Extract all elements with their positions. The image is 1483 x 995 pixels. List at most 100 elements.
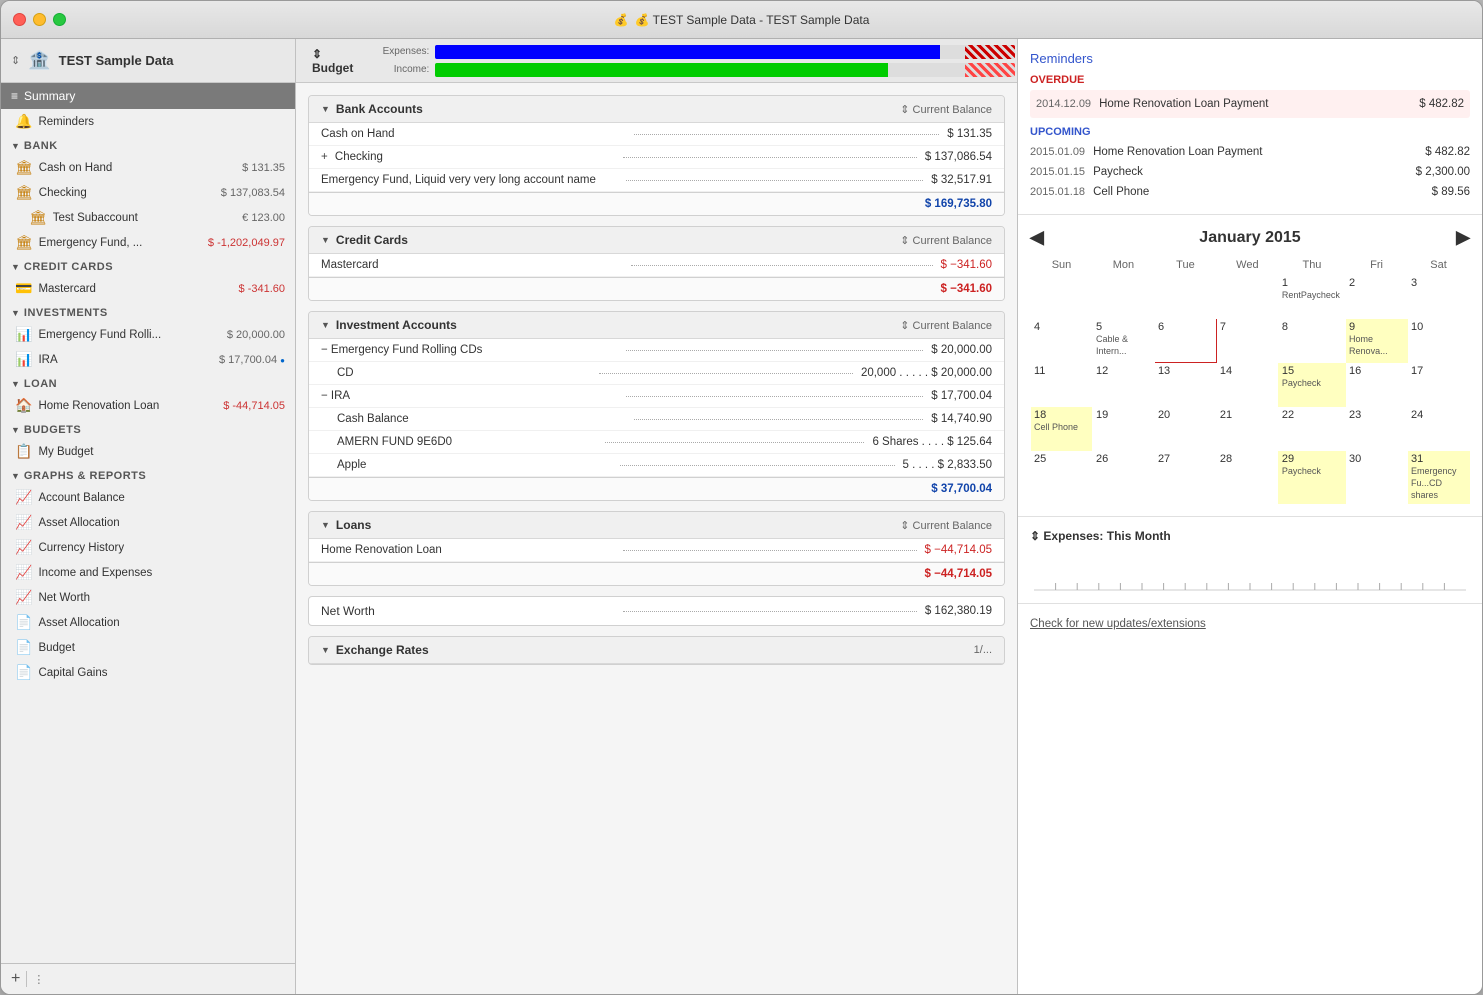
calendar-header: ◀ January 2015 ▶ (1030, 227, 1470, 248)
cal-day[interactable]: 13 (1154, 363, 1216, 407)
cal-day[interactable]: 5Cable & Intern... (1092, 319, 1154, 363)
cal-day[interactable]: 2 (1346, 275, 1408, 319)
chart-icon: 📈 (15, 564, 32, 581)
cal-day[interactable]: 19 (1092, 407, 1154, 451)
sidebar-item-reminders[interactable]: 🔔 Reminders (1, 109, 295, 134)
cal-day[interactable]: 10 (1408, 319, 1470, 363)
cal-day[interactable] (1154, 275, 1216, 319)
sidebar-item-summary[interactable]: ≡ Summary (1, 83, 295, 109)
cal-day[interactable]: 20 (1154, 407, 1216, 451)
cal-day[interactable]: 29Paycheck (1278, 451, 1345, 504)
expenses-this-month-title: ⇕ Expenses: This Month (1030, 529, 1470, 543)
cal-week-row: 4 5Cable & Intern... 6 7 8 9Home Renova.… (1031, 319, 1470, 363)
income-label: Income: (369, 64, 429, 75)
close-button[interactable] (13, 13, 26, 26)
cal-day[interactable]: 30 (1346, 451, 1408, 504)
table-row: CD 20,000 . . . . . $ 20,000.00 (309, 362, 1004, 385)
triangle-icon: ▼ (11, 379, 20, 389)
loans-title: ▼ Loans (321, 518, 371, 532)
cal-day[interactable] (1031, 275, 1093, 319)
calendar-next-button[interactable]: ▶ (1456, 227, 1470, 248)
minimize-button[interactable] (33, 13, 46, 26)
sidebar-item-my-budget[interactable]: 📋 My Budget (1, 439, 295, 464)
sidebar-item-currency-history[interactable]: 📈 Currency History (1, 535, 295, 560)
loans-header: ▼ Loans ⇕ Current Balance (309, 512, 1004, 539)
window-title: 💰 💰 TEST Sample Data - TEST Sample Data (614, 13, 870, 27)
sidebar-section-loan-header[interactable]: ▼ LOAN (1, 372, 295, 393)
sidebar-item-income-expenses[interactable]: 📈 Income and Expenses (1, 560, 295, 585)
sidebar-item-mastercard[interactable]: 💳 Mastercard $ -341.60 (1, 276, 295, 301)
cal-day[interactable]: 12 (1092, 363, 1154, 407)
bank-accounts-header-right[interactable]: ⇕ Current Balance (900, 103, 992, 116)
chart-icon: 📈 (15, 489, 32, 506)
sidebar-content: ≡ Summary 🔔 Reminders ▼ BANK 🏛 Cash on H… (1, 83, 295, 963)
credit-cards-header-right[interactable]: ⇕ Current Balance (900, 234, 992, 247)
cal-day[interactable]: 16 (1346, 363, 1408, 407)
cal-day[interactable]: 26 (1092, 451, 1154, 504)
collapse-icon[interactable]: ▼ (321, 645, 330, 655)
sidebar-item-ira[interactable]: 📊 IRA $ 17,700.04 ● (1, 347, 295, 372)
sidebar-section-bank-header[interactable]: ▼ BANK (1, 134, 295, 155)
investment-accounts-title: ▼ Investment Accounts (321, 318, 457, 332)
sidebar-item-subaccount[interactable]: 🏛 Test Subaccount € 123.00 (1, 205, 295, 230)
update-link[interactable]: Check for new updates/extensions (1030, 618, 1206, 630)
collapse-icon[interactable]: ▼ (321, 320, 330, 330)
collapse-icon[interactable]: ▼ (321, 235, 330, 245)
cal-day[interactable]: 9Home Renova... (1346, 319, 1408, 363)
investment-accounts-header-right[interactable]: ⇕ Current Balance (900, 319, 992, 332)
cal-day[interactable] (1092, 275, 1154, 319)
sidebar-item-budget-report[interactable]: 📄 Budget (1, 635, 295, 660)
sidebar-item-cash-on-hand[interactable]: 🏛 Cash on Hand $ 131.35 (1, 155, 295, 180)
cal-day[interactable]: 28 (1216, 451, 1278, 504)
sidebar: ⇕ 🏦 TEST Sample Data ≡ Summary 🔔 Reminde… (1, 39, 296, 994)
cal-day[interactable]: 14 (1216, 363, 1278, 407)
loans-header-right[interactable]: ⇕ Current Balance (900, 519, 992, 532)
sidebar-sort-icon[interactable]: ⇕ (11, 54, 20, 67)
cal-day[interactable]: 11 (1031, 363, 1093, 407)
report-icon: 📄 (15, 614, 32, 631)
collapse-icon[interactable]: ▼ (321, 104, 330, 114)
sidebar-item-asset-allocation-report[interactable]: 📄 Asset Allocation (1, 610, 295, 635)
cal-day[interactable]: 18Cell Phone (1031, 407, 1093, 451)
cal-day[interactable]: 7 (1216, 319, 1278, 363)
cal-day[interactable]: 24 (1408, 407, 1470, 451)
sidebar-item-emergency-rolling[interactable]: 📊 Emergency Fund Rolli... $ 20,000.00 (1, 322, 295, 347)
cal-day[interactable]: 15Paycheck (1278, 363, 1345, 407)
cal-day[interactable]: 17 (1408, 363, 1470, 407)
cal-day[interactable]: 31Emergency Fu...CD shares (1408, 451, 1470, 504)
bank-icon: 🏛 (15, 234, 33, 251)
sidebar-item-net-worth-graph[interactable]: 📈 Net Worth (1, 585, 295, 610)
loans-rows: Home Renovation Loan $ −44,714.05 $ −44,… (309, 539, 1004, 585)
cal-day[interactable] (1216, 275, 1278, 319)
cal-day[interactable]: 8 (1278, 319, 1345, 363)
cal-day[interactable]: 21 (1216, 407, 1278, 451)
reminders-title[interactable]: Reminders (1030, 51, 1470, 66)
calendar-prev-button[interactable]: ◀ (1030, 227, 1044, 248)
sidebar-section-inv-header[interactable]: ▼ INVESTMENTS (1, 301, 295, 322)
credit-cards-section: ▼ Credit Cards ⇕ Current Balance Masterc… (308, 226, 1005, 301)
table-row: + Checking $ 137,086.54 (309, 146, 1004, 169)
sidebar-resize-handle[interactable]: ⋮ (33, 973, 44, 986)
cal-day[interactable]: 3 (1408, 275, 1470, 319)
sidebar-item-account-balance[interactable]: 📈 Account Balance (1, 485, 295, 510)
cal-day[interactable]: 23 (1346, 407, 1408, 451)
maximize-button[interactable] (53, 13, 66, 26)
cal-day[interactable]: 22 (1278, 407, 1345, 451)
cal-day[interactable]: 1RentPaycheck (1278, 275, 1345, 319)
cal-day[interactable]: 27 (1154, 451, 1216, 504)
sidebar-item-emergency-fund[interactable]: 🏛 Emergency Fund, ... $ -1,202,049.97 (1, 230, 295, 255)
sidebar-item-capital-gains[interactable]: 📄 Capital Gains (1, 660, 295, 685)
add-account-button[interactable]: + (11, 970, 20, 988)
sidebar-item-checking[interactable]: 🏛 Checking $ 137,083.54 (1, 180, 295, 205)
collapse-icon[interactable]: ▼ (321, 520, 330, 530)
net-worth-section: Net Worth $ 162,380.19 (308, 596, 1005, 626)
sidebar-item-asset-allocation-graph[interactable]: 📈 Asset Allocation (1, 510, 295, 535)
cal-day[interactable]: 6 (1154, 319, 1216, 363)
sidebar-section-cc-header[interactable]: ▼ CREDIT CARDS (1, 255, 295, 276)
sidebar-section-graphs-header[interactable]: ▼ GRAPHS & REPORTS (1, 464, 295, 485)
chart-icon: 📈 (15, 539, 32, 556)
sidebar-section-budgets-header[interactable]: ▼ BUDGETS (1, 418, 295, 439)
cal-day[interactable]: 25 (1031, 451, 1093, 504)
cal-day[interactable]: 4 (1031, 319, 1093, 363)
sidebar-item-home-loan[interactable]: 🏠 Home Renovation Loan $ -44,714.05 (1, 393, 295, 418)
